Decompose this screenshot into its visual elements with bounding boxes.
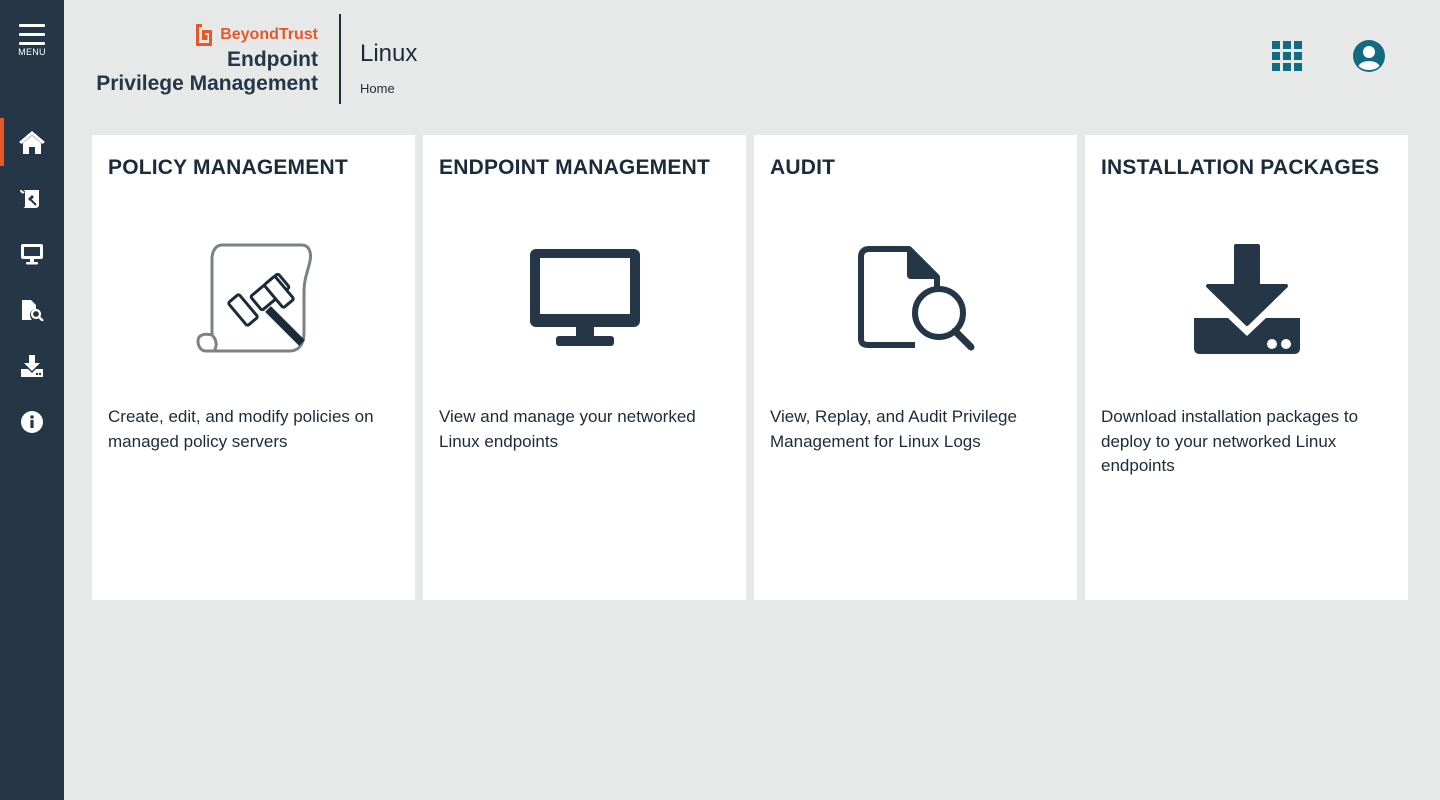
- monitor-icon: [529, 249, 640, 346]
- download-icon: [1193, 244, 1300, 354]
- breadcrumb[interactable]: Home: [360, 81, 395, 96]
- download-icon: [21, 355, 43, 377]
- card-icon-wrap: [1085, 233, 1408, 363]
- card-title: POLICY MANAGEMENT: [108, 156, 348, 179]
- sidebar-item-info[interactable]: [0, 398, 64, 446]
- file-search-icon: [857, 246, 974, 351]
- card-description: Create, edit, and modify policies on man…: [108, 407, 374, 451]
- user-menu-button[interactable]: [1353, 40, 1385, 72]
- card-policy-management[interactable]: POLICY MANAGEMENT Create, edit, and modi…: [92, 135, 415, 600]
- card-description: View, Replay, and Audit Privilege Manage…: [770, 407, 1017, 451]
- card-description: Download installation packages to deploy…: [1101, 407, 1359, 475]
- home-icon: [19, 131, 45, 154]
- brand-line-1: Endpoint: [227, 48, 318, 71]
- card-installation-packages[interactable]: INSTALLATION PACKAGES Download installat…: [1085, 135, 1408, 600]
- brand-logo: BeyondTrust Endpoint Privilege Managemen…: [94, 22, 318, 96]
- user-avatar-icon: [1353, 40, 1385, 72]
- audit-icon: [22, 300, 44, 321]
- card-title: AUDIT: [770, 156, 836, 179]
- card-audit[interactable]: AUDIT View, Replay, and Audit Privilege …: [754, 135, 1077, 600]
- sidebar-item-policies[interactable]: [0, 174, 64, 222]
- brand-logo-text: BeyondTrust: [220, 26, 318, 43]
- beyondtrust-logo: BeyondTrust: [94, 22, 318, 48]
- policy-icon: [20, 189, 39, 208]
- sidebar-item-audit[interactable]: [0, 286, 64, 334]
- sidebar-nav: MENU: [0, 0, 64, 800]
- card-icon-wrap: [92, 233, 415, 363]
- sidebar-item-endpoints[interactable]: [0, 230, 64, 278]
- brand-line-2: Privilege Management: [96, 72, 318, 95]
- card-icon-wrap: [754, 233, 1077, 363]
- card-title: INSTALLATION PACKAGES: [1101, 156, 1380, 179]
- gavel-scroll-icon: [196, 243, 312, 353]
- card-endpoint-management[interactable]: ENDPOINT MANAGEMENT View and manage your…: [423, 135, 746, 600]
- sidebar-item-downloads[interactable]: [0, 342, 64, 390]
- apps-grid-button[interactable]: [1272, 41, 1302, 71]
- header-divider: [339, 14, 341, 104]
- card-description: View and manage your networked Linux end…: [439, 407, 696, 451]
- apps-grid-icon: [1272, 41, 1302, 71]
- monitor-icon: [21, 244, 43, 265]
- menu-button[interactable]: MENU: [0, 20, 64, 64]
- beyondtrust-logo-icon: [196, 24, 213, 46]
- menu-label: MENU: [18, 47, 46, 57]
- page-title: Linux: [360, 40, 418, 67]
- card-title: ENDPOINT MANAGEMENT: [439, 156, 710, 179]
- info-icon: [21, 411, 43, 433]
- card-icon-wrap: [423, 233, 746, 363]
- sidebar-item-home[interactable]: [0, 118, 64, 166]
